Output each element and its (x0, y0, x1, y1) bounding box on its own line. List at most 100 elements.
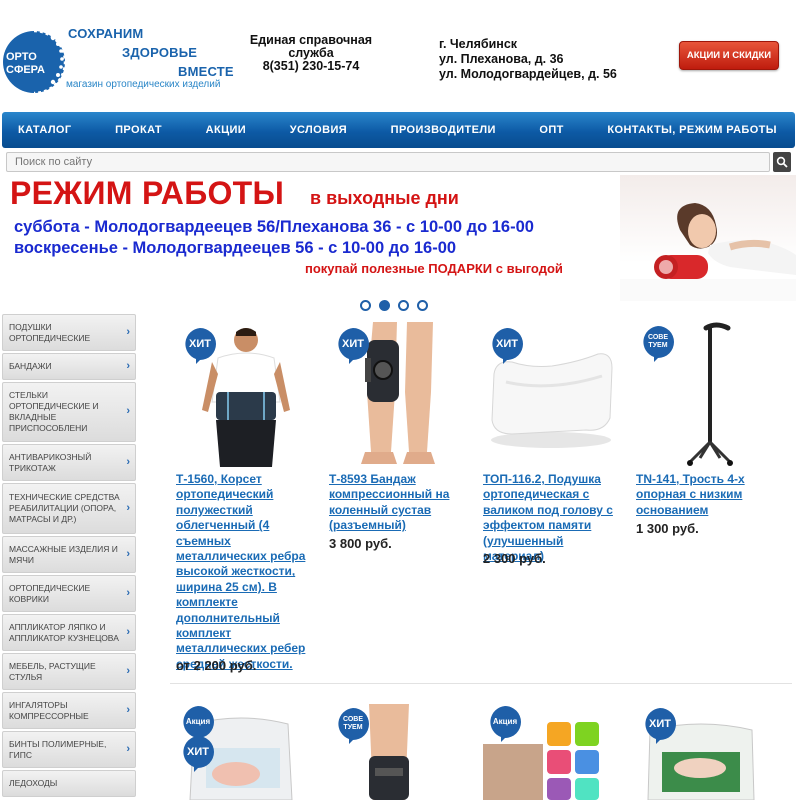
sidebar-item-label: МЕБЕЛЬ, РАСТУЩИЕ СТУЛЬЯ (9, 660, 96, 682)
nav-contacts[interactable]: КОНТАКТЫ, РЕЖИМ РАБОТЫ (607, 124, 777, 136)
sidebar-item-label: ПОДУШКИ ОРТОПЕДИЧЕСКИЕ (9, 321, 91, 343)
slogan-line-3: ВМЕСТЕ (178, 64, 234, 79)
address-2: ул. Молодогвардейцев, д. 56 (439, 67, 617, 81)
chevron-right-icon: › (126, 586, 130, 599)
category-sidebar: ПОДУШКИ ОРТОПЕДИЧЕСКИЕ › БАНДАЖИ › СТЕЛЬКИ… (2, 314, 136, 799)
sidebar-item-label: ЛЕДОХОДЫ (9, 778, 58, 788)
badge-label: ХИТ (649, 718, 671, 730)
product-card: Акция ХИТ (176, 704, 316, 800)
slogan-line-2: ЗДОРОВЬЕ (122, 45, 198, 60)
banner-gift: покупай полезные ПОДАРКИ с выгодой (305, 261, 563, 276)
sidebar-item-label: БАНДАЖИ (9, 361, 52, 371)
sidebar-item-compression[interactable]: АНТИВАРИКОЗНЫЙ ТРИКОТАЖ › (2, 444, 136, 481)
badge-label: СОВЕ ТУЕМ (342, 716, 364, 731)
badge-label: ХИТ (342, 338, 364, 350)
sidebar-item-ice-cleats[interactable]: ЛЕДОХОДЫ (2, 770, 136, 797)
product-card: ХИТ (636, 704, 776, 800)
slider-dots (360, 300, 428, 314)
sidebar-item-label: МАССАЖНЫЕ ИЗДЕЛИЯ И МЯЧИ (9, 543, 118, 565)
logo-text-1: ОРТО (6, 51, 37, 63)
product-card: СОВЕ ТУЕМ (329, 704, 469, 800)
sidebar-item-mats[interactable]: ОРТОПЕДИЧЕСКИЕ КОВРИКИ › (2, 575, 136, 612)
help-phone[interactable]: 8(351) 230-15-74 (232, 60, 390, 73)
store-addresses: г. Челябинск ул. Плеханова, д. 36 ул. Мо… (439, 37, 617, 82)
recommended-badge: СОВЕ ТУЕМ (337, 708, 369, 744)
help-service: Единая справочная служба 8(351) 230-15-7… (232, 34, 390, 73)
recommended-badge: СОВЕ ТУЕМ (642, 326, 674, 362)
chevron-right-icon: › (126, 359, 130, 372)
chevron-right-icon: › (126, 664, 130, 677)
sidebar-item-insoles[interactable]: СТЕЛЬКИ ОРТОПЕДИЧЕСКИЕ И ВКЛАДНЫЕ ПРИСПО… (2, 382, 136, 442)
logo-subtitle: магазин ортопедических изделий (66, 79, 221, 90)
product-title-link[interactable]: Т-1560, Корсет ортопедический полужестки… (176, 472, 316, 672)
sale-badge: Акция (489, 706, 521, 742)
sidebar-item-label: СТЕЛЬКИ ОРТОПЕДИЧЕСКИЕ И ВКЛАДНЫЕ ПРИСПО… (9, 390, 99, 433)
banner-saturday: суббота - Молодогвардеецев 56/Плеханова … (14, 218, 534, 236)
sidebar-item-bandage-rolls[interactable]: БИНТЫ ПОЛИМЕРНЫЕ, ГИПС › (2, 731, 136, 768)
chevron-right-icon: › (126, 742, 130, 755)
sidebar-item-label: ИНГАЛЯТОРЫ КОМПРЕССОРНЫЕ (9, 699, 89, 721)
badge-label: Акция (492, 717, 518, 726)
hit-badge: ХИТ (491, 328, 523, 364)
slider-dot[interactable] (360, 300, 371, 311)
chevron-right-icon: › (126, 455, 130, 468)
badge-label: Акция (185, 717, 211, 726)
search-input[interactable] (6, 152, 770, 172)
product-card: Акция (483, 704, 623, 800)
chevron-right-icon: › (126, 501, 130, 514)
logo[interactable]: ОРТО СФЕРА СОХРАНИМ ЗДОРОВЬЕ ВМЕСТЕ (2, 22, 234, 102)
slogan-line-1: СОХРАНИМ (68, 26, 144, 41)
chevron-right-icon: › (126, 547, 130, 560)
nav-rental[interactable]: ПРОКАТ (115, 124, 162, 136)
badge-label: СОВЕ ТУЕМ (647, 334, 669, 349)
chevron-right-icon: › (126, 325, 130, 338)
sidebar-item-label: БИНТЫ ПОЛИМЕРНЫЕ, ГИПС (9, 738, 107, 760)
sidebar-item-label: ТЕХНИЧЕСКИЕ СРЕДСТВА РЕАБИЛИТАЦИИ (ОПОРА… (9, 492, 120, 524)
nav-wholesale[interactable]: ОПТ (539, 124, 563, 136)
nav-promotions[interactable]: АКЦИИ (206, 124, 247, 136)
sidebar-item-massage[interactable]: МАССАЖНЫЕ ИЗДЕЛИЯ И МЯЧИ › (2, 536, 136, 573)
sidebar-item-label: ОРТОПЕДИЧЕСКИЕ КОВРИКИ (9, 582, 91, 604)
sidebar-item-pillows[interactable]: ПОДУШКИ ОРТОПЕДИЧЕСКИЕ › (2, 314, 136, 351)
help-title: Единая справочная служба (249, 33, 373, 60)
sidebar-item-applicators[interactable]: АППЛИКАТОР ЛЯПКО И АППЛИКАТОР КУЗНЕЦОВА › (2, 614, 136, 651)
product-price: 2 300 руб. (483, 551, 546, 566)
sidebar-item-rehab[interactable]: ТЕХНИЧЕСКИЕ СРЕДСТВА РЕАБИЛИТАЦИИ (ОПОРА… (2, 483, 136, 534)
banner-title-suffix: в выходные дни (310, 188, 459, 208)
hit-badge: ХИТ (184, 328, 216, 364)
site-header: ОРТО СФЕРА СОХРАНИМ ЗДОРОВЬЕ ВМЕСТЕ мага… (0, 0, 800, 112)
hit-badge: ХИТ (337, 328, 369, 364)
product-title-link[interactable]: Т-8593 Бандаж компрессионный на коленный… (329, 472, 469, 534)
badge-label: ХИТ (189, 338, 211, 350)
logo-text-2: СФЕРА (6, 64, 45, 76)
badge-label: ХИТ (496, 338, 518, 350)
product-price: 3 800 руб. (329, 536, 392, 551)
product-price: 1 300 руб. (636, 521, 699, 536)
row-divider (170, 683, 792, 684)
banner-title: РЕЖИМ РАБОТЫ (10, 175, 285, 211)
slider-dot-active[interactable] (379, 300, 390, 311)
logo-emblem-icon: ОРТО СФЕРА (3, 29, 67, 95)
sidebar-item-label: АНТИВАРИКОЗНЫЙ ТРИКОТАЖ (9, 451, 92, 473)
chevron-right-icon: › (126, 703, 130, 716)
product-price: от 2 200 руб. (176, 658, 257, 673)
sidebar-item-furniture[interactable]: МЕБЕЛЬ, РАСТУЩИЕ СТУЛЬЯ › (2, 653, 136, 690)
nav-manufacturers[interactable]: ПРОИЗВОДИТЕЛИ (391, 124, 496, 136)
promo-button[interactable]: АКЦИИ И СКИДКИ (679, 41, 779, 70)
sidebar-item-bandages[interactable]: БАНДАЖИ › (2, 353, 136, 380)
badge-label: ХИТ (187, 746, 209, 758)
banner-photo (620, 175, 796, 301)
address-1: ул. Плеханова, д. 36 (439, 52, 564, 66)
search-button[interactable] (773, 152, 791, 172)
nav-terms[interactable]: УСЛОВИЯ (290, 124, 347, 136)
slider-dot[interactable] (398, 300, 409, 311)
city: г. Челябинск (439, 37, 518, 51)
sidebar-item-inhalers[interactable]: ИНГАЛЯТОРЫ КОМПРЕССОРНЫЕ › (2, 692, 136, 729)
hit-badge: ХИТ (644, 708, 676, 744)
banner-sunday: воскресенье - Молодогвардеецев 56 - с 10… (14, 239, 457, 257)
sidebar-item-label: АППЛИКАТОР ЛЯПКО И АППЛИКАТОР КУЗНЕЦОВА (9, 621, 119, 643)
slider-dot[interactable] (417, 300, 428, 311)
main-nav: КАТАЛОГ ПРОКАТ АКЦИИ УСЛОВИЯ ПРОИЗВОДИТЕ… (2, 112, 795, 148)
nav-catalog[interactable]: КАТАЛОГ (18, 124, 72, 136)
product-title-link[interactable]: TN-141, Трость 4-х опорная с низким осно… (636, 472, 776, 518)
